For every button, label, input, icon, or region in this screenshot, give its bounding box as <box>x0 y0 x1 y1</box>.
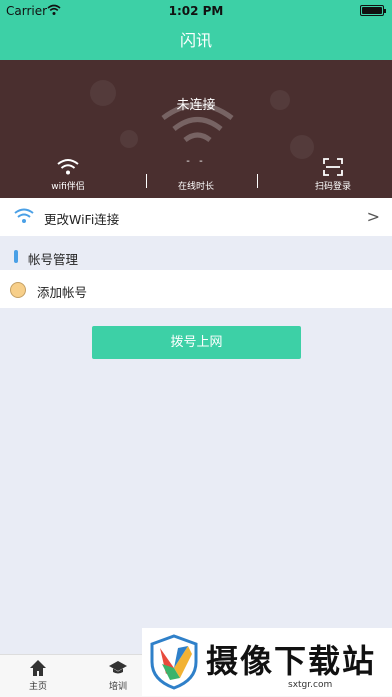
account-avatar-icon <box>10 282 26 298</box>
tab-training[interactable]: 培训 <box>88 659 148 692</box>
wifi-icon <box>57 159 79 175</box>
online-duration-label: 在线时长 <box>177 182 214 192</box>
watermark-url: sxtgr.com <box>288 680 333 690</box>
decor-bubble <box>290 135 314 159</box>
add-account-label: 添加帐号 <box>37 285 88 300</box>
dial-up-button[interactable]: 拨号上网 <box>92 326 301 359</box>
wifi-icon <box>14 208 34 223</box>
section-marker <box>14 250 18 263</box>
tab-home[interactable]: 主页 <box>8 659 68 692</box>
scan-icon <box>323 158 343 176</box>
online-duration: 在线时长 <box>146 179 246 192</box>
add-account-row[interactable]: 添加帐号 <box>0 270 392 308</box>
scan-login-label: 扫码登录 <box>314 182 351 192</box>
decor-bubble <box>120 130 138 148</box>
nav-bar: 闪讯 <box>0 22 392 60</box>
account-section-header: 帐号管理 <box>0 244 392 268</box>
site-watermark: 摄像下载站 sxtgr.com <box>142 628 392 696</box>
clock: 1:02 PM <box>168 4 224 18</box>
divider <box>257 174 258 188</box>
scan-login-button[interactable]: 扫码登录 <box>283 158 383 192</box>
wifi-companion-label: wifi伴侣 <box>51 182 85 192</box>
tab-training-label: 培训 <box>108 682 127 692</box>
page-title: 闪讯 <box>179 31 212 50</box>
connection-banner: 未连接 wifi伴侣 - - 在线时长 扫码登录 <box>0 60 392 198</box>
change-wifi-label: 更改WiFi连接 <box>44 212 120 227</box>
chevron-right-icon: > <box>366 207 380 226</box>
connection-status: 未连接 <box>176 98 216 113</box>
graduation-cap-icon <box>109 661 127 674</box>
online-duration-value: - - <box>186 156 206 167</box>
home-icon <box>30 660 46 676</box>
change-wifi-row[interactable]: 更改WiFi连接 > <box>0 198 392 236</box>
shield-logo-icon <box>150 634 198 690</box>
battery-icon <box>360 5 386 16</box>
tab-home-label: 主页 <box>28 682 47 692</box>
status-bar: Carrier 1:02 PM <box>0 0 392 22</box>
wifi-companion-button[interactable]: wifi伴侣 <box>18 158 118 192</box>
account-section-title: 帐号管理 <box>28 252 79 267</box>
watermark-brand: 摄像下载站 <box>206 642 377 680</box>
